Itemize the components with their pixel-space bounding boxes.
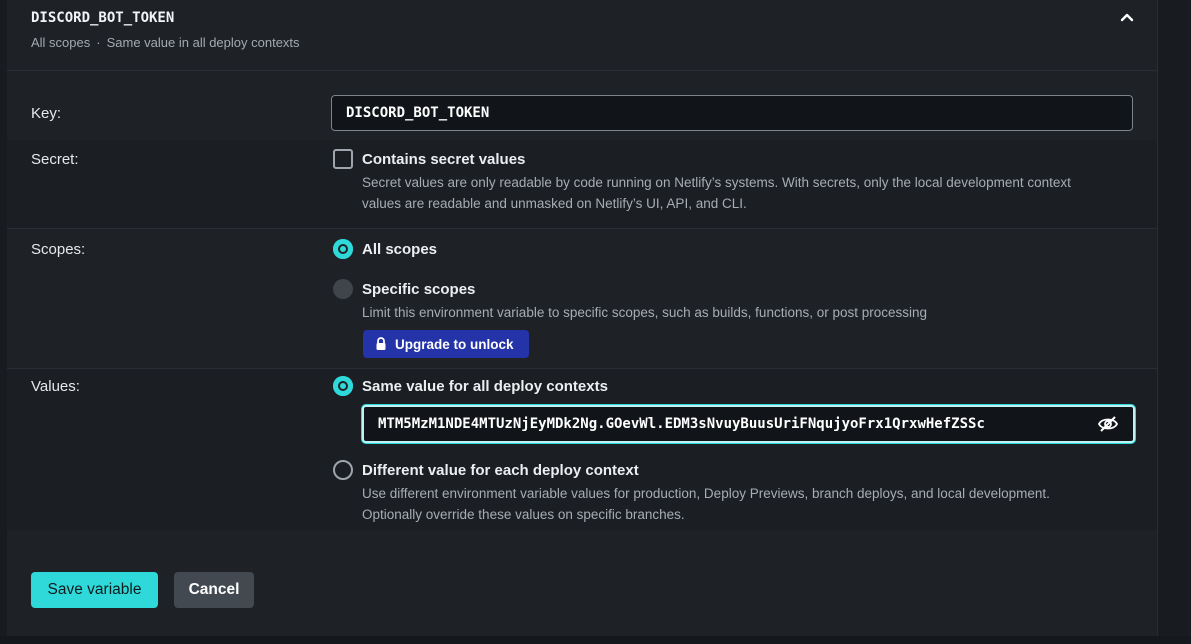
specific-scopes-description: Limit this environment variable to speci… (362, 305, 928, 320)
context-summary: Same value in all deploy contexts (106, 35, 300, 50)
summary-separator: · (96, 35, 101, 50)
variable-summary: All scopes · Same value in all deploy cont… (31, 35, 300, 50)
values-label: Values: (31, 378, 80, 395)
scopes-label: Scopes: (31, 241, 86, 258)
lock-icon (376, 337, 386, 350)
different-value-description-line1: Use different environment variable value… (362, 486, 1050, 501)
eye-off-icon[interactable] (1097, 414, 1119, 434)
secret-checkbox-label[interactable]: Contains secret values (362, 151, 525, 168)
cancel-button[interactable]: Cancel (174, 572, 254, 608)
different-value-label[interactable]: Different value for each deploy context (362, 462, 639, 479)
key-label: Key: (31, 105, 62, 122)
specific-scopes-label: Specific scopes (362, 281, 476, 298)
scope-summary: All scopes (31, 35, 91, 50)
values-divider (7, 368, 1157, 369)
scopes-divider (7, 228, 1157, 229)
upgrade-button-label: Upgrade to unlock (395, 336, 514, 352)
different-value-description-line2: Optionally override these values on spec… (362, 507, 685, 522)
specific-scopes-radio (333, 279, 353, 299)
save-variable-button[interactable]: Save variable (31, 572, 158, 608)
key-input[interactable]: DISCORD_BOT_TOKEN (331, 95, 1133, 131)
all-scopes-label[interactable]: All scopes (362, 241, 437, 258)
token-value-input[interactable]: MTM5MzM1NDE4MTUzNjEyMDk2Ng.GOevWl.EDM3sN… (362, 405, 1135, 443)
left-gutter (0, 0, 7, 644)
all-scopes-radio[interactable] (333, 239, 353, 259)
upgrade-button[interactable]: Upgrade to unlock (363, 330, 529, 358)
same-value-radio[interactable] (333, 376, 353, 396)
secret-description-line1: Secret values are only readable by code … (362, 175, 1071, 190)
variable-title: DISCORD_BOT_TOKEN (31, 10, 175, 26)
secret-description-line2: values are readable and unmasked on Netl… (362, 196, 747, 211)
secret-checkbox[interactable] (333, 149, 353, 169)
chevron-up-icon[interactable] (1118, 9, 1136, 25)
secret-label: Secret: (31, 151, 79, 168)
header-divider (7, 70, 1157, 71)
same-value-label[interactable]: Same value for all deploy contexts (362, 378, 608, 395)
different-value-radio[interactable] (333, 460, 353, 480)
page-right-margin (1157, 0, 1191, 644)
panel-bottom-border (0, 636, 1191, 644)
